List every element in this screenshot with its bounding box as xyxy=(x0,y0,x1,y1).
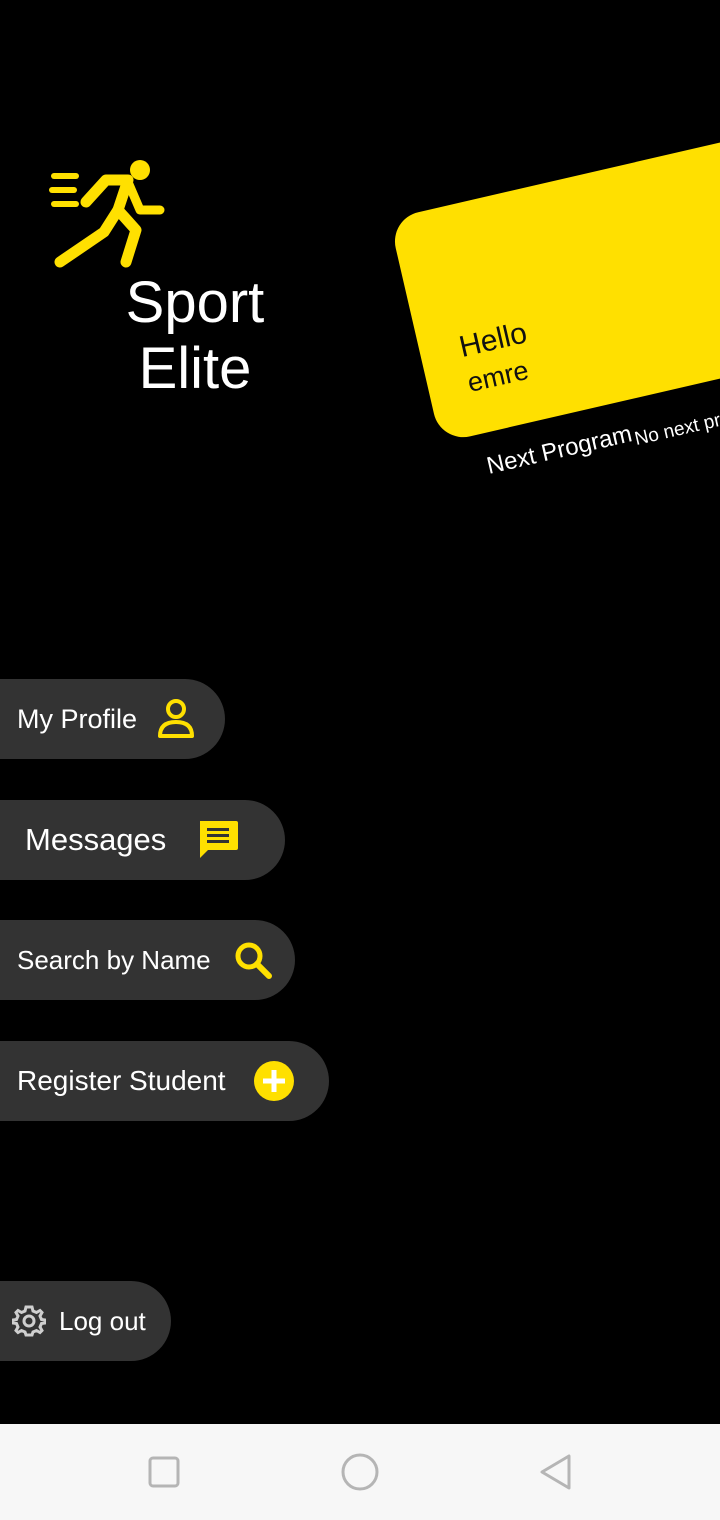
person-outline-icon xyxy=(158,699,195,738)
add-circle-icon xyxy=(253,1061,294,1101)
home-icon[interactable] xyxy=(340,1452,380,1492)
search-icon xyxy=(235,942,272,979)
log-out-label: Log out xyxy=(59,1305,146,1336)
app-brand-title: Sport Elite xyxy=(100,270,290,402)
greeting-card-group: Hello emre Next Program No next program xyxy=(380,86,720,492)
messages-label: Messages xyxy=(25,822,167,857)
search-by-name-label: Search by Name xyxy=(17,944,211,975)
gear-icon xyxy=(12,1305,46,1337)
log-out-button[interactable]: Log out xyxy=(0,1281,171,1361)
next-program-title: Next Program xyxy=(484,420,635,480)
back-icon[interactable] xyxy=(536,1452,576,1492)
my-profile-button[interactable]: My Profile xyxy=(0,679,225,759)
register-student-label: Register Student xyxy=(17,1065,226,1096)
brand-line-2: Elite xyxy=(138,336,252,401)
recent-apps-icon[interactable] xyxy=(144,1452,184,1492)
next-program-value: No next program xyxy=(632,397,720,451)
message-icon xyxy=(200,821,239,858)
search-by-name-button[interactable]: Search by Name xyxy=(0,920,295,1000)
my-profile-label: My Profile xyxy=(17,703,138,734)
messages-button[interactable]: Messages xyxy=(0,800,285,880)
runner-logo-icon xyxy=(49,160,165,268)
register-student-button[interactable]: Register Student xyxy=(0,1041,329,1121)
greeting-card[interactable]: Hello emre xyxy=(388,124,720,444)
greeting-text: Hello emre xyxy=(456,315,539,401)
brand-line-1: Sport xyxy=(125,270,265,335)
system-navigation-bar xyxy=(0,1424,720,1520)
